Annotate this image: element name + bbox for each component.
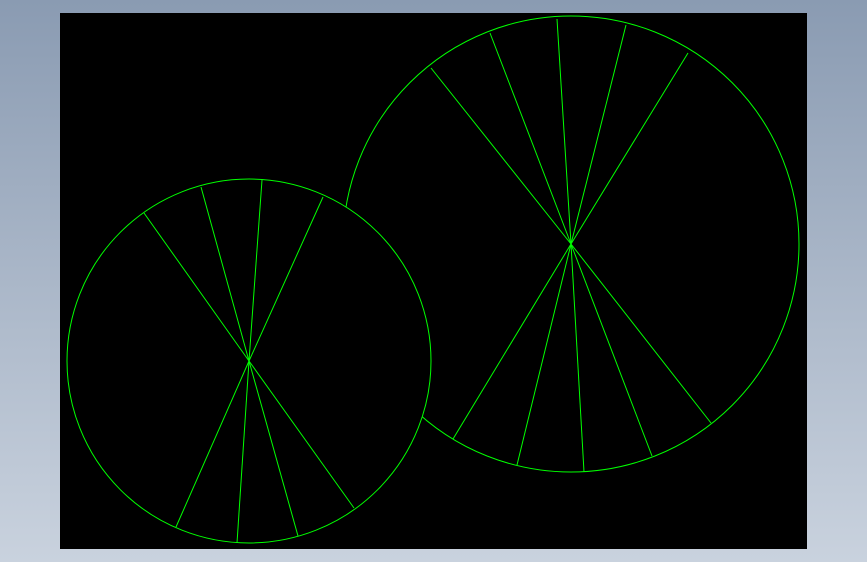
wireframe-drawing — [60, 13, 807, 549]
cad-viewport[interactable] — [60, 13, 807, 549]
small-wheel — [66, 178, 432, 544]
